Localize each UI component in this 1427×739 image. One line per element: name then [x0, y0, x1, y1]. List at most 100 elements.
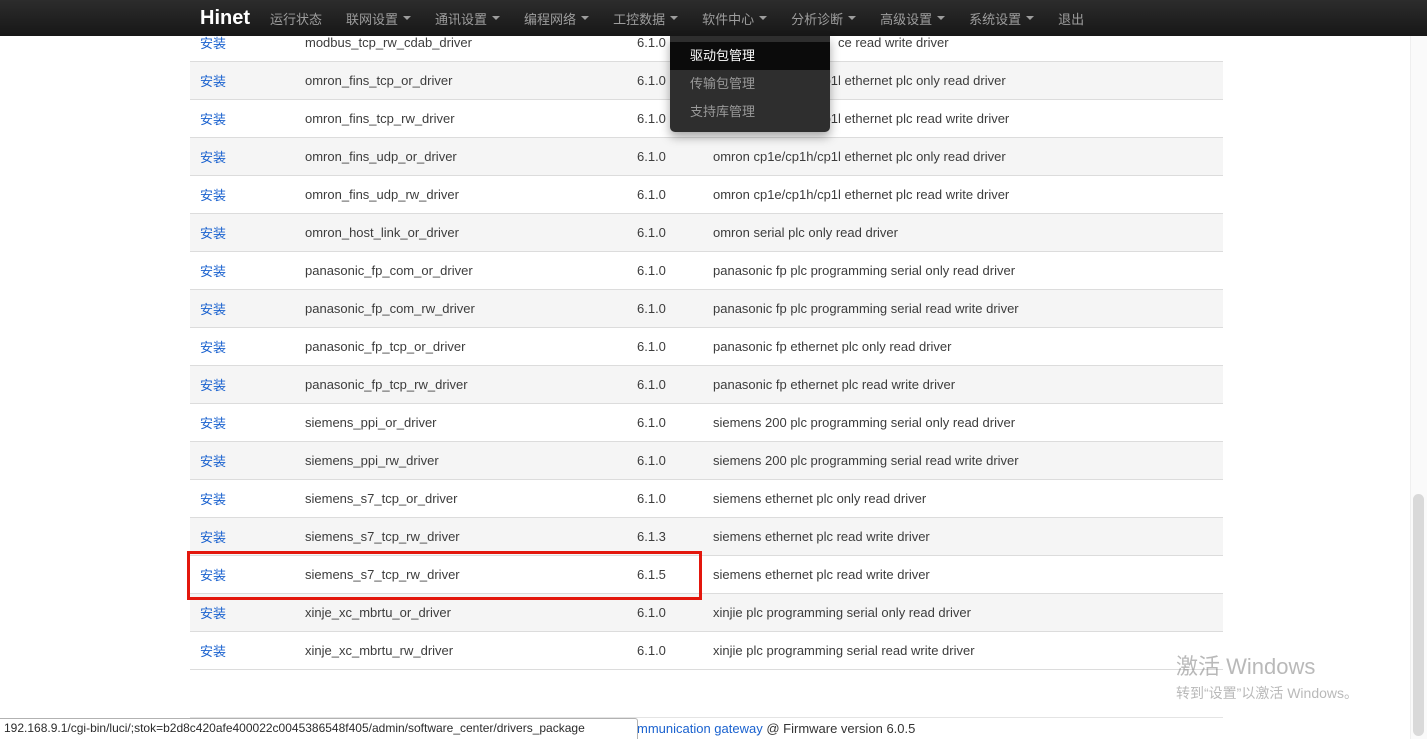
driver-description: omron serial plc only read driver — [713, 225, 898, 240]
driver-description: xinjie plc programming serial only read … — [713, 605, 971, 620]
driver-name: xinje_xc_mbrtu_or_driver — [305, 605, 451, 620]
chevron-down-icon — [581, 16, 589, 20]
table-row: 安装siemens_s7_tcp_or_driver6.1.0siemens e… — [190, 480, 1223, 518]
driver-description: panasonic fp plc programming serial only… — [713, 263, 1015, 278]
driver-name: siemens_s7_tcp_or_driver — [305, 491, 457, 506]
install-link[interactable]: 安装 — [200, 150, 226, 165]
driver-version: 6.1.0 — [637, 35, 666, 50]
nav-item-label: 编程网络 — [524, 9, 576, 28]
install-link[interactable]: 安装 — [200, 416, 226, 431]
table-row: 安装 siemens_ppi_rw_driver 6.1.0 siemens 200 … — [190, 442, 1223, 480]
main-menu: 运行状态联网设置通讯设置 编程网络 工控数据 软件中心分析诊断高级设置系统设置 退出 — [258, 0, 1096, 36]
table-row: 安装siemens_s7_tcp_rw_driver6.1.3siemens e… — [190, 518, 1223, 556]
table-row: 安装panasonic_fp_tcp_or_driver6.1.0panason… — [190, 328, 1223, 366]
install-link[interactable]: 安装 — [200, 36, 226, 51]
driver-version: 6.1.0 — [637, 301, 666, 316]
nav-item-4[interactable]: 工控数据 — [601, 0, 690, 36]
chevron-down-icon — [670, 16, 678, 20]
dropdown-item-1[interactable]: 传输包管理 — [670, 70, 830, 98]
footer: mmunication gateway @ Firmware version 6… — [637, 721, 915, 736]
nav-item-1[interactable]: 联网设置 — [334, 0, 423, 36]
table-row: 安装 omron_fins_udp_or_driver 6.1.0 omron cp1… — [190, 138, 1223, 176]
vertical-scrollbar-thumb[interactable] — [1413, 494, 1424, 736]
driver-description: panasonic fp ethernet plc read write dri… — [713, 377, 955, 392]
status-bar: 192.168.9.1/cgi-bin/luci/;stok=b2d8c420a… — [0, 718, 638, 739]
driver-version: 6.1.0 — [637, 149, 666, 164]
driver-name: siemens_ppi_rw_driver — [305, 453, 439, 468]
nav-item-label: 运行状态 — [270, 9, 322, 28]
driver-version: 6.1.0 — [637, 377, 666, 392]
nav-item-3[interactable]: 编程网络 — [512, 0, 601, 36]
nav-item-8[interactable]: 系统设置 — [957, 0, 1046, 36]
nav-item-5[interactable]: 软件中心 — [690, 0, 779, 36]
driver-description: siemens ethernet plc read write driver — [713, 529, 930, 544]
nav-item-0[interactable]: 运行状态 — [258, 0, 334, 36]
driver-version: 6.1.0 — [637, 225, 666, 240]
install-link[interactable]: 安装 — [200, 568, 226, 583]
driver-description: panasonic fp ethernet plc only read driv… — [713, 339, 951, 354]
table-row: 安装siemens_s7_tcp_rw_driver6.1.5siemens e… — [190, 556, 1223, 594]
driver-version: 6.1.0 — [637, 339, 666, 354]
app-logo[interactable]: Hinet — [200, 7, 250, 30]
install-link[interactable]: 安装 — [200, 188, 226, 203]
driver-description: omron cp1e/cp1h/cp1l ethernet plc read w… — [713, 187, 1009, 202]
install-link[interactable]: 安装 — [200, 530, 226, 545]
chevron-down-icon — [937, 16, 945, 20]
chevron-down-icon — [492, 16, 500, 20]
driver-version: 6.1.0 — [637, 491, 666, 506]
table-row: 安装panasonic_fp_com_or_driver6.1.0panason… — [190, 252, 1223, 290]
install-link[interactable]: 安装 — [200, 644, 226, 659]
chevron-down-icon — [1026, 16, 1034, 20]
windows-activation-watermark: 激活 Windows 转到“设置”以激活 Windows。 — [1176, 654, 1358, 702]
nav-item-7[interactable]: 高级设置 — [868, 0, 957, 36]
driver-description: xinjie plc programming serial read write… — [713, 643, 975, 658]
driver-version: 6.1.0 — [637, 73, 666, 88]
nav-item-9[interactable]: 退出 — [1046, 0, 1096, 36]
nav-item-label: 系统设置 — [969, 9, 1021, 28]
install-link[interactable]: 安装 — [200, 454, 226, 469]
watermark-title: 激活 Windows — [1176, 654, 1358, 680]
dropdown-item-0[interactable]: 驱动包管理 — [670, 42, 830, 70]
driver-description: omron cp1e/cp1h/cp1l ethernet plc only r… — [713, 149, 1006, 164]
table-row: 安装panasonic_fp_com_rw_driver6.1.0panason… — [190, 290, 1223, 328]
install-link[interactable]: 安装 — [200, 340, 226, 355]
dropdown-item-2[interactable]: 支持库管理 — [670, 98, 830, 126]
nav-item-label: 退出 — [1058, 9, 1084, 28]
driver-name: panasonic_fp_tcp_rw_driver — [305, 377, 468, 392]
driver-name: omron_host_link_or_driver — [305, 225, 459, 240]
nav-item-label: 工控数据 — [613, 9, 665, 28]
install-link[interactable]: 安装 — [200, 378, 226, 393]
driver-name: omron_fins_udp_rw_driver — [305, 187, 459, 202]
driver-description: ce read write driver — [838, 35, 949, 50]
install-link[interactable]: 安装 — [200, 492, 226, 507]
driver-version: 6.1.0 — [637, 453, 666, 468]
table-row: 安装 omron_host_link_or_driver 6.1.0 omron se… — [190, 214, 1223, 252]
install-link[interactable]: 安装 — [200, 302, 226, 317]
driver-description: siemens 200 plc programming serial read … — [713, 453, 1019, 468]
driver-description: panasonic fp plc programming serial read… — [713, 301, 1019, 316]
chevron-down-icon — [759, 16, 767, 20]
driver-version: 6.1.0 — [637, 111, 666, 126]
driver-name: omron_fins_tcp_or_driver — [305, 73, 452, 88]
nav-item-label: 通讯设置 — [435, 9, 487, 28]
driver-version: 6.1.0 — [637, 415, 666, 430]
watermark-subtitle: 转到“设置”以激活 Windows。 — [1176, 684, 1358, 702]
driver-name: omron_fins_udp_or_driver — [305, 149, 457, 164]
vertical-scrollbar-track[interactable] — [1410, 36, 1427, 739]
install-link[interactable]: 安装 — [200, 74, 226, 89]
driver-name: panasonic_fp_com_or_driver — [305, 263, 473, 278]
chevron-down-icon — [848, 16, 856, 20]
driver-description: siemens 200 plc programming serial only … — [713, 415, 1015, 430]
install-link[interactable]: 安装 — [200, 264, 226, 279]
install-link[interactable]: 安装 — [200, 226, 226, 241]
footer-gateway-link[interactable]: mmunication gateway — [637, 721, 763, 736]
install-link[interactable]: 安装 — [200, 112, 226, 127]
install-link[interactable]: 安装 — [200, 606, 226, 621]
footer-firmware-text: @ Firmware version 6.0.5 — [763, 721, 916, 736]
table-row: 安装xinje_xc_mbrtu_or_driver6.1.0xinjie pl… — [190, 594, 1223, 632]
driver-description: siemens ethernet plc read write driver — [713, 567, 930, 582]
nav-item-6[interactable]: 分析诊断 — [779, 0, 868, 36]
nav-item-2[interactable]: 通讯设置 — [423, 0, 512, 36]
software-center-dropdown: 驱动包管理传输包管理支持库管理 — [670, 36, 830, 132]
driver-name: siemens_ppi_or_driver — [305, 415, 437, 430]
